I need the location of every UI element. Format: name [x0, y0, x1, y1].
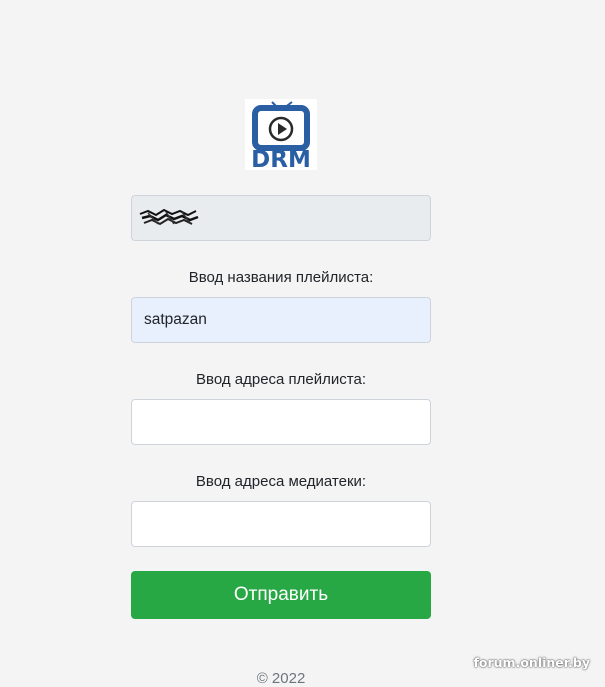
media-address-input[interactable] — [131, 501, 431, 547]
tv-play-icon: DRM — [251, 101, 311, 170]
playlist-name-label: Ввод названия плейлиста: — [188, 269, 374, 286]
media-address-label: Ввод адреса медиатеки: — [195, 473, 367, 490]
readonly-field — [131, 195, 431, 241]
submit-button[interactable]: Отправить — [131, 571, 431, 619]
drm-logo: DRM — [245, 99, 317, 170]
logo-text: DRM — [251, 147, 311, 170]
playlist-name-input[interactable] — [131, 297, 431, 343]
playlist-address-label: Ввод адреса плейлиста: — [196, 371, 366, 388]
redaction-scribble — [139, 208, 199, 226]
watermark: forum.onliner.by — [473, 655, 590, 670]
playlist-address-input[interactable] — [131, 399, 431, 445]
copyright-text: © 2022 — [256, 670, 306, 687]
